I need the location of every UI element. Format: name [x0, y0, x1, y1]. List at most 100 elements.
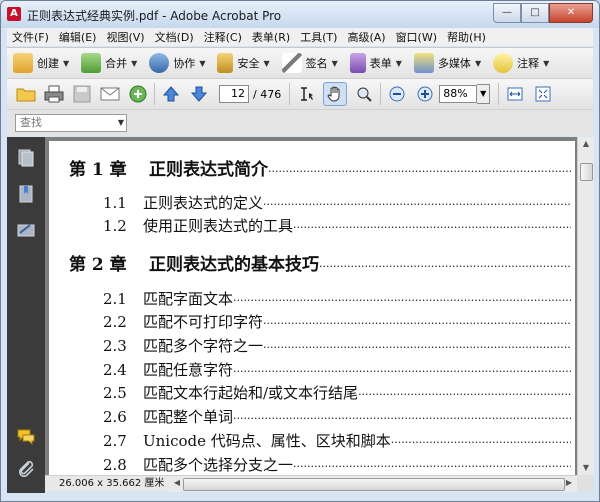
next-page-button[interactable] [188, 83, 210, 105]
toc-section-entry[interactable]: 2.7 Unicode 代码点、属性、区块和脚本 ················… [103, 430, 571, 451]
combine-button[interactable]: 合并 ▼ [75, 49, 143, 77]
toc-chapter-entry[interactable]: 第 2 章 正则表达式的基本技巧 ························… [69, 250, 571, 275]
vertical-scrollbar[interactable]: ▲ ▼ [577, 137, 594, 475]
window-title: 正则表达式经典实例.pdf - Adobe Acrobat Pro [27, 9, 282, 23]
select-text-tool[interactable] [295, 83, 317, 105]
secure-button[interactable]: 安全 ▼ [211, 49, 275, 77]
menu-document[interactable]: 文档(D) [150, 29, 199, 45]
create-button[interactable]: 创建 ▼ [7, 49, 75, 77]
toc-section-entry[interactable]: 2.1 匹配字面文本 ······························… [103, 288, 571, 309]
menu-window[interactable]: 窗口(W) [391, 29, 442, 45]
page-number-input[interactable]: 12 [219, 85, 249, 103]
hand-tool[interactable] [323, 82, 348, 106]
toc-section-entry[interactable]: 2.6 匹配整个单词 ······························… [103, 406, 571, 427]
pages-panel-icon[interactable] [17, 149, 35, 167]
toc-leader-dots: ········································… [390, 436, 571, 449]
collaborate-label: 协作 [173, 57, 196, 70]
navigation-pane [7, 137, 45, 493]
collaborate-button[interactable]: 协作 ▼ [143, 49, 211, 77]
printer-icon [44, 85, 64, 103]
share-button[interactable] [127, 83, 149, 105]
menu-forms[interactable]: 表单(R) [247, 29, 295, 45]
scrollbar-corner [577, 475, 593, 491]
fit-page-icon [535, 86, 551, 102]
toc-entry-number: 2.1 [103, 290, 127, 308]
close-button[interactable]: ✕ [549, 3, 593, 23]
comment-button[interactable]: 注释 ▼ [487, 49, 555, 77]
chevron-down-icon: ▼ [199, 58, 206, 68]
window-controls: — □ ✕ [493, 3, 593, 23]
arrow-up-icon [162, 86, 180, 102]
toc-entry-number: 2.4 [103, 361, 127, 379]
toc-leader-dots: ········································… [263, 198, 571, 211]
email-button[interactable] [99, 83, 121, 105]
bookmarks-panel-icon[interactable] [17, 185, 35, 203]
vertical-scroll-thumb[interactable] [580, 163, 593, 181]
toc-section-entry[interactable]: 2.2 匹配不可打印字符 ····························… [103, 311, 571, 332]
comment-bubble-icon [493, 53, 514, 73]
zoom-in-icon [417, 86, 433, 102]
horizontal-scroll-thumb[interactable] [183, 478, 565, 491]
toc-entry-number: 1.2 [103, 217, 127, 235]
horizontal-scrollbar[interactable]: ◀ ▶ [169, 475, 577, 492]
print-button[interactable] [43, 83, 65, 105]
zoom-dropdown-button[interactable]: ▼ [477, 84, 491, 104]
toc-section-entry[interactable]: 1.2 使用正则表达式的工具 ··························… [103, 215, 571, 236]
fit-page-button[interactable] [532, 83, 554, 105]
create-pdf-icon [13, 53, 33, 73]
menu-view[interactable]: 视图(V) [101, 29, 149, 45]
sign-label: 签名 [305, 57, 328, 70]
combine-label: 合并 [105, 57, 128, 70]
chevron-down-icon: ▼ [395, 58, 402, 68]
comments-panel-icon[interactable] [17, 427, 35, 445]
scroll-up-arrow[interactable]: ▲ [578, 137, 594, 151]
toc-section-entry[interactable]: 2.3 匹配多个字符之一 ····························… [103, 335, 571, 356]
multimedia-label: 多媒体 [437, 57, 471, 70]
minimize-button[interactable]: — [493, 3, 521, 23]
multimedia-button[interactable]: 多媒体 ▼ [408, 49, 487, 77]
toc-leader-dots: ········································… [358, 388, 571, 401]
forms-button[interactable]: 表单 ▼ [344, 49, 408, 77]
arrow-down-icon [190, 86, 208, 102]
multimedia-icon [413, 53, 434, 73]
zoom-level-input[interactable]: 88% [439, 85, 478, 103]
signatures-panel-icon[interactable] [17, 221, 35, 239]
find-placeholder: 查找 [20, 116, 42, 129]
save-button[interactable] [71, 83, 93, 105]
toc-section-entry[interactable]: 2.4 匹配任意字符 ······························… [103, 359, 571, 380]
open-button[interactable] [15, 83, 37, 105]
menu-file[interactable]: 文件(F) [7, 29, 54, 45]
toolbar-separator [498, 83, 500, 105]
menu-help[interactable]: 帮助(H) [442, 29, 491, 45]
attachments-panel-icon[interactable] [17, 459, 35, 477]
toc-entry-title: 使用正则表达式的工具 [143, 217, 294, 235]
scroll-down-arrow[interactable]: ▼ [578, 461, 594, 475]
scrolling-mode-button[interactable] [504, 83, 526, 105]
toc-section-entry[interactable]: 2.8 匹配多个选择分支之一 ··························… [103, 454, 571, 475]
toc-entry-title: 正则表达式的定义 [143, 194, 264, 212]
menu-comments[interactable]: 注释(C) [199, 29, 247, 45]
marquee-zoom-tool[interactable] [353, 83, 375, 105]
zoom-out-button[interactable] [386, 83, 408, 105]
toc-leader-dots: ········································… [293, 460, 571, 473]
find-input[interactable]: 查找 ▼ [15, 114, 127, 132]
menu-tools[interactable]: 工具(T) [295, 29, 342, 45]
chevron-down-icon[interactable]: ▼ [118, 115, 124, 131]
toc-section-entry[interactable]: 1.1 正则表达式的定义 ····························… [103, 192, 571, 213]
toc-entry-title: 匹配整个单词 [143, 408, 234, 426]
document-view[interactable]: 第 1 章 正则表达式简介 ···························… [45, 137, 577, 475]
menu-advanced[interactable]: 高级(A) [342, 29, 390, 45]
chevron-down-icon: ▼ [131, 58, 138, 68]
maximize-button[interactable]: □ [521, 3, 549, 23]
zoom-in-button[interactable] [414, 83, 436, 105]
find-toolbar: 查找 ▼ [7, 109, 593, 136]
toc-entry-number: 1.1 [103, 194, 127, 212]
toc-leader-dots: ········································… [293, 221, 571, 234]
sign-button[interactable]: 签名 ▼ [276, 49, 344, 77]
menu-edit[interactable]: 编辑(E) [54, 29, 102, 45]
toc-section-entry[interactable]: 2.5 匹配文本行起始和/或文本行结尾 ·····················… [103, 382, 571, 403]
toc-chapter-entry[interactable]: 第 1 章 正则表达式简介 ···························… [69, 155, 571, 180]
scroll-right-arrow[interactable]: ▶ [561, 476, 577, 490]
previous-page-button[interactable] [160, 83, 182, 105]
toc-entry-number: 2.5 [103, 384, 127, 402]
